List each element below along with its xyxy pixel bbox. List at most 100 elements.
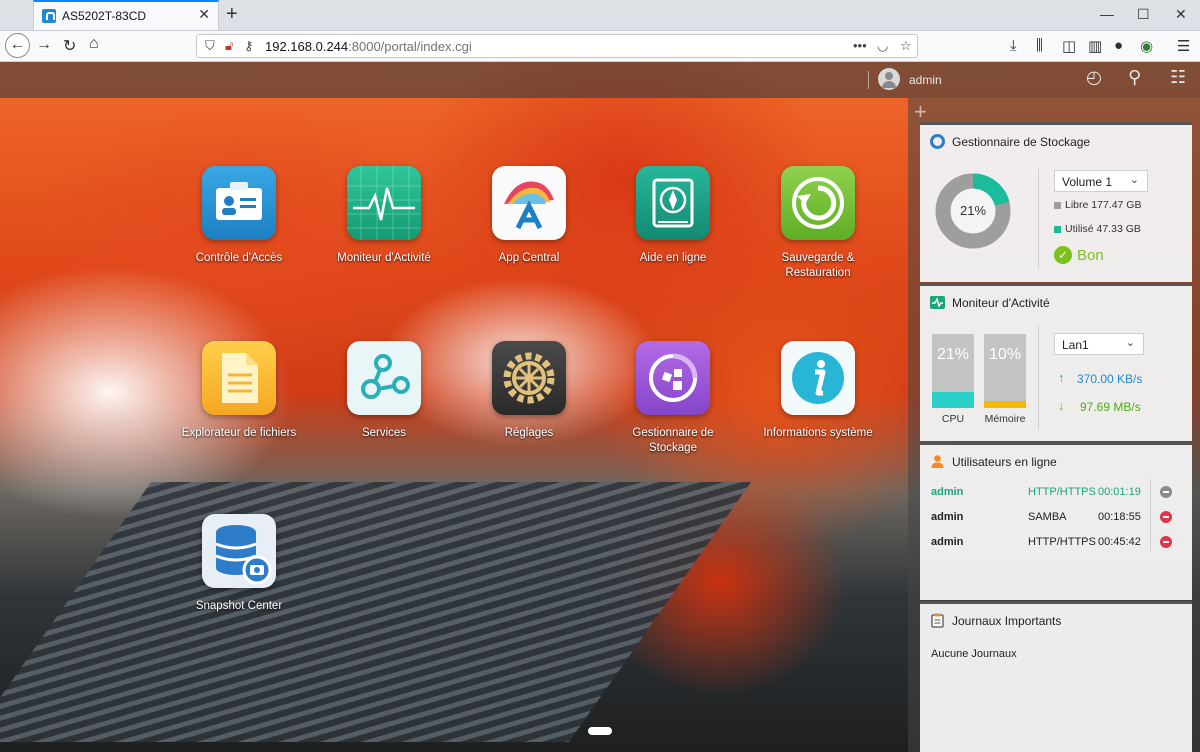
minimize-window-icon[interactable]: — [1100, 6, 1114, 22]
app-storage-manager[interactable]: Gestionnaire de Stockage [608, 341, 738, 456]
shield-icon[interactable]: ⛉ [205, 38, 215, 54]
app-app-central[interactable]: App Central [464, 166, 594, 266]
key-icon[interactable]: ⚷ [244, 38, 254, 54]
app-services[interactable]: Services [319, 341, 449, 441]
disconnect-session-icon[interactable] [1160, 536, 1172, 548]
volume-select[interactable]: Volume 1 ⌄ [1054, 170, 1148, 192]
user-session-row: admin HTTP/HTTPS 00:01:19 [920, 483, 1192, 503]
online-users-widget: Utilisateurs en ligne admin HTTP/HTTPS 0… [920, 442, 1192, 600]
used-space: Utilisé 47.33 GB [1065, 223, 1141, 235]
wallpaper-roof [0, 482, 752, 742]
close-window-icon[interactable]: ✕ [1175, 6, 1187, 23]
app-access-control[interactable]: Contrôle d'Accès [174, 166, 304, 266]
activity-monitor-icon [347, 166, 421, 240]
cpu-usage-fill [932, 392, 974, 408]
username[interactable]: admin [909, 73, 942, 87]
network-interface-select[interactable]: Lan1 ⌄ [1054, 333, 1144, 355]
no-logs-message: Aucune Journaux [931, 648, 1017, 660]
extension-avatar-icon[interactable]: ● [1114, 37, 1123, 54]
new-tab-icon[interactable]: + [226, 3, 238, 26]
adm-taskbar: admin ◴ ⚲ ☷ [0, 62, 1200, 98]
app-backup-restore[interactable]: Sauvegarde & Restauration [753, 166, 883, 281]
download-rate: 97.69 MB/s [1080, 400, 1141, 414]
back-arrow-icon[interactable]: ← [5, 33, 30, 58]
memory-label: Mémoire [984, 413, 1026, 425]
app-file-explorer[interactable]: Explorateur de fichiers [174, 341, 304, 441]
download-arrow-icon: ↓ [1058, 398, 1065, 413]
taskbar-divider [868, 71, 869, 89]
search-icon[interactable]: ⚲ [1128, 67, 1141, 88]
app-label: Informations système [763, 427, 873, 439]
browser-tab-bar: AS5202T-83CD ✕ + — ☐ ✕ [0, 0, 1200, 31]
app-label: Réglages [504, 427, 554, 439]
cpu-usage-percent: 21% [936, 346, 970, 363]
app-settings[interactable]: Réglages [464, 341, 594, 441]
app-activity-monitor[interactable]: Moniteur d'Activité [319, 166, 449, 266]
maximize-window-icon[interactable]: ☐ [1137, 6, 1150, 23]
session-time: 00:01:19 [1098, 486, 1141, 498]
disconnect-session-icon[interactable] [1160, 511, 1172, 523]
bookmark-star-icon[interactable]: ☆ [900, 38, 912, 54]
upload-rate: 370.00 KB/s [1077, 372, 1143, 386]
important-logs-widget: Journaux Importants Aucune Journaux [920, 601, 1192, 752]
pocket-icon[interactable]: ◡ [877, 38, 888, 54]
app-label: Gestionnaire de Stockage [632, 427, 714, 454]
network-interface-value: Lan1 [1062, 338, 1089, 352]
activity-widget-icon [930, 296, 945, 309]
cpu-usage-bar: 21% [932, 334, 974, 408]
session-user: admin [931, 511, 964, 523]
user-widget-icon [931, 455, 944, 468]
memory-usage-fill [984, 401, 1026, 408]
hamburger-menu-icon[interactable]: ☰ [1177, 37, 1190, 55]
app-label: Contrôle d'Accès [195, 252, 283, 264]
session-protocol: SAMBA [1028, 511, 1067, 523]
url-text[interactable]: 192.168.0.244:8000/portal/index.cgi [265, 39, 472, 54]
downloads-icon[interactable]: ⤓ [1010, 37, 1017, 54]
extension-globe-icon[interactable]: ◉ [1140, 37, 1153, 55]
user-session-row: admin HTTP/HTTPS 00:45:42 [920, 533, 1192, 553]
clock-icon[interactable]: ◴ [1086, 67, 1102, 88]
app-label: App Central [498, 252, 560, 264]
address-bar[interactable]: ⛉ 🔓︎ ⚷ 192.168.0.244:8000/portal/index.c… [196, 34, 918, 58]
user-avatar-icon[interactable] [878, 68, 900, 90]
session-time: 00:18:55 [1098, 511, 1141, 523]
app-central-icon [492, 166, 566, 240]
session-time: 00:45:42 [1098, 536, 1141, 548]
free-space: Libre 177.47 GB [1065, 199, 1142, 211]
url-host: 192.168.0.244 [265, 39, 349, 54]
disconnect-session-icon[interactable] [1160, 486, 1172, 498]
browser-tab[interactable]: AS5202T-83CD ✕ [33, 0, 219, 30]
volume-status: Bon [1077, 247, 1104, 264]
session-protocol: HTTP/HTTPS [1028, 486, 1096, 498]
forward-arrow-icon[interactable]: → [36, 36, 52, 54]
chevron-down-icon: ⌄ [1125, 337, 1135, 349]
services-icon [347, 341, 421, 415]
storage-donut-chart: 21% [935, 173, 1011, 249]
url-path: :8000/portal/index.cgi [348, 39, 472, 54]
extension-icon[interactable]: ▥ [1088, 37, 1102, 55]
storage-widget-icon [930, 134, 945, 149]
widget-panel-icon[interactable]: ☷ [1170, 67, 1186, 88]
storage-widget: Gestionnaire de Stockage 21% Volume 1 ⌄ … [920, 122, 1192, 282]
desktop-page-indicator[interactable] [588, 727, 612, 735]
home-icon[interactable]: ⌂ [89, 35, 99, 53]
widget-title: Journaux Importants [952, 614, 1062, 628]
settings-gear-icon [492, 341, 566, 415]
app-snapshot-center[interactable]: Snapshot Center [174, 514, 304, 614]
close-tab-icon[interactable]: ✕ [198, 6, 210, 23]
library-icon[interactable]: ⫼ [1036, 37, 1043, 54]
session-user: admin [931, 486, 964, 498]
insecure-lock-icon[interactable]: 🔓︎ [225, 38, 233, 54]
app-label: Explorateur de fichiers [181, 427, 297, 439]
app-label: Services [361, 427, 407, 439]
access-control-icon [202, 166, 276, 240]
activity-monitor-widget: Moniteur d'Activité 21% CPU 10% Mémoire … [920, 283, 1192, 441]
storage-usage-percent: 21% [960, 203, 986, 218]
clipboard-icon [931, 613, 944, 628]
reload-icon[interactable]: ↻ [63, 36, 76, 56]
session-protocol: HTTP/HTTPS [1028, 536, 1096, 548]
app-online-help[interactable]: Aide en ligne [608, 166, 738, 266]
page-actions-icon[interactable]: ••• [853, 38, 867, 53]
app-system-info[interactable]: Informations système [753, 341, 883, 441]
sidebar-toggle-icon[interactable]: ◫ [1062, 37, 1076, 55]
